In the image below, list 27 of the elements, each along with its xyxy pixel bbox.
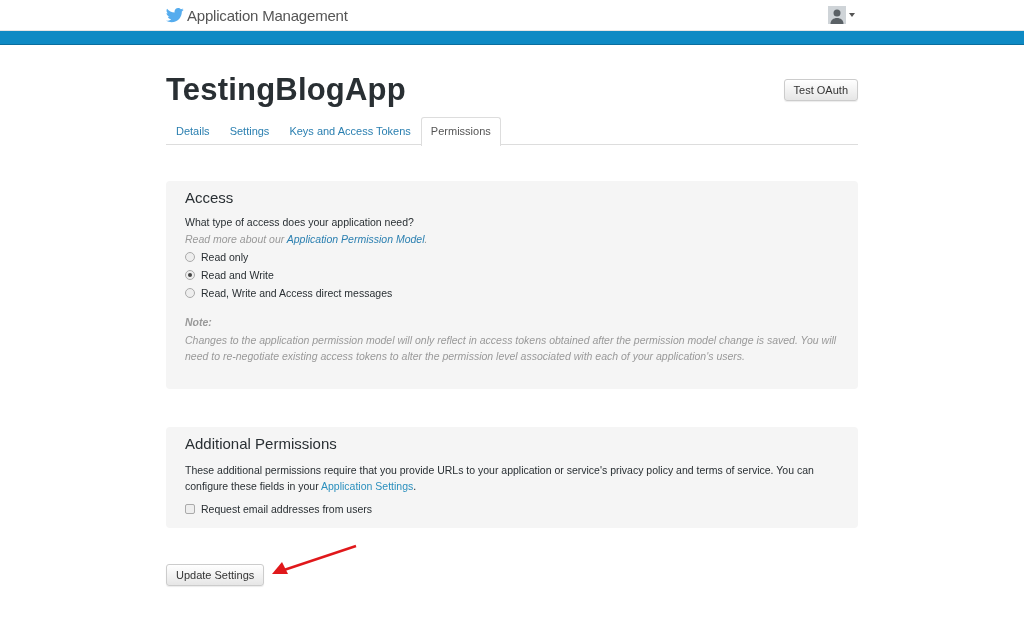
account-menu[interactable]	[828, 6, 855, 24]
update-settings-button[interactable]: Update Settings	[166, 564, 265, 586]
radio-button[interactable]	[185, 288, 195, 298]
tab[interactable]: Permissions	[420, 117, 501, 146]
note-text: Changes to the application permission model will only reflect in access tokens obtained after the permission model change is saved. You will need to re-negotiate existing access tokens to alter the permission level associated with each of your application's users.	[185, 333, 838, 364]
bird-logo-icon	[166, 7, 184, 23]
radio-label: Read, Write and Access direct messages	[201, 287, 393, 299]
avatar-icon	[828, 6, 846, 24]
app-name: TestingBlogApp	[166, 72, 406, 108]
checkbox[interactable]	[185, 504, 195, 514]
question-text: What type of access does your application need?	[185, 216, 415, 228]
description-text: These additional permissions require that you provide URLs to your application or service's privacy policy and terms of service. You can configure these fields in your Application Settings.	[185, 463, 815, 494]
radio-label: Read and Write	[201, 269, 274, 281]
permission-model-link[interactable]: Application Permission Model	[286, 233, 425, 245]
caret-icon	[849, 13, 855, 17]
radio-button[interactable]	[185, 270, 195, 280]
note-label: Note:	[185, 316, 213, 328]
radio-label: Read only	[201, 251, 249, 263]
tab[interactable]: Settings	[219, 117, 280, 144]
checkbox-label: Request email addresses from users	[201, 503, 372, 515]
header-title: Application Management	[187, 6, 348, 24]
panel-heading: Access	[185, 189, 235, 206]
panel-heading: Additional Permissions	[185, 435, 338, 452]
test-oauth-button[interactable]: Test OAuth	[783, 79, 858, 101]
tab[interactable]: Keys and Access Tokens	[279, 117, 421, 144]
radio-button[interactable]	[185, 252, 195, 262]
tab[interactable]: Details	[166, 117, 220, 144]
